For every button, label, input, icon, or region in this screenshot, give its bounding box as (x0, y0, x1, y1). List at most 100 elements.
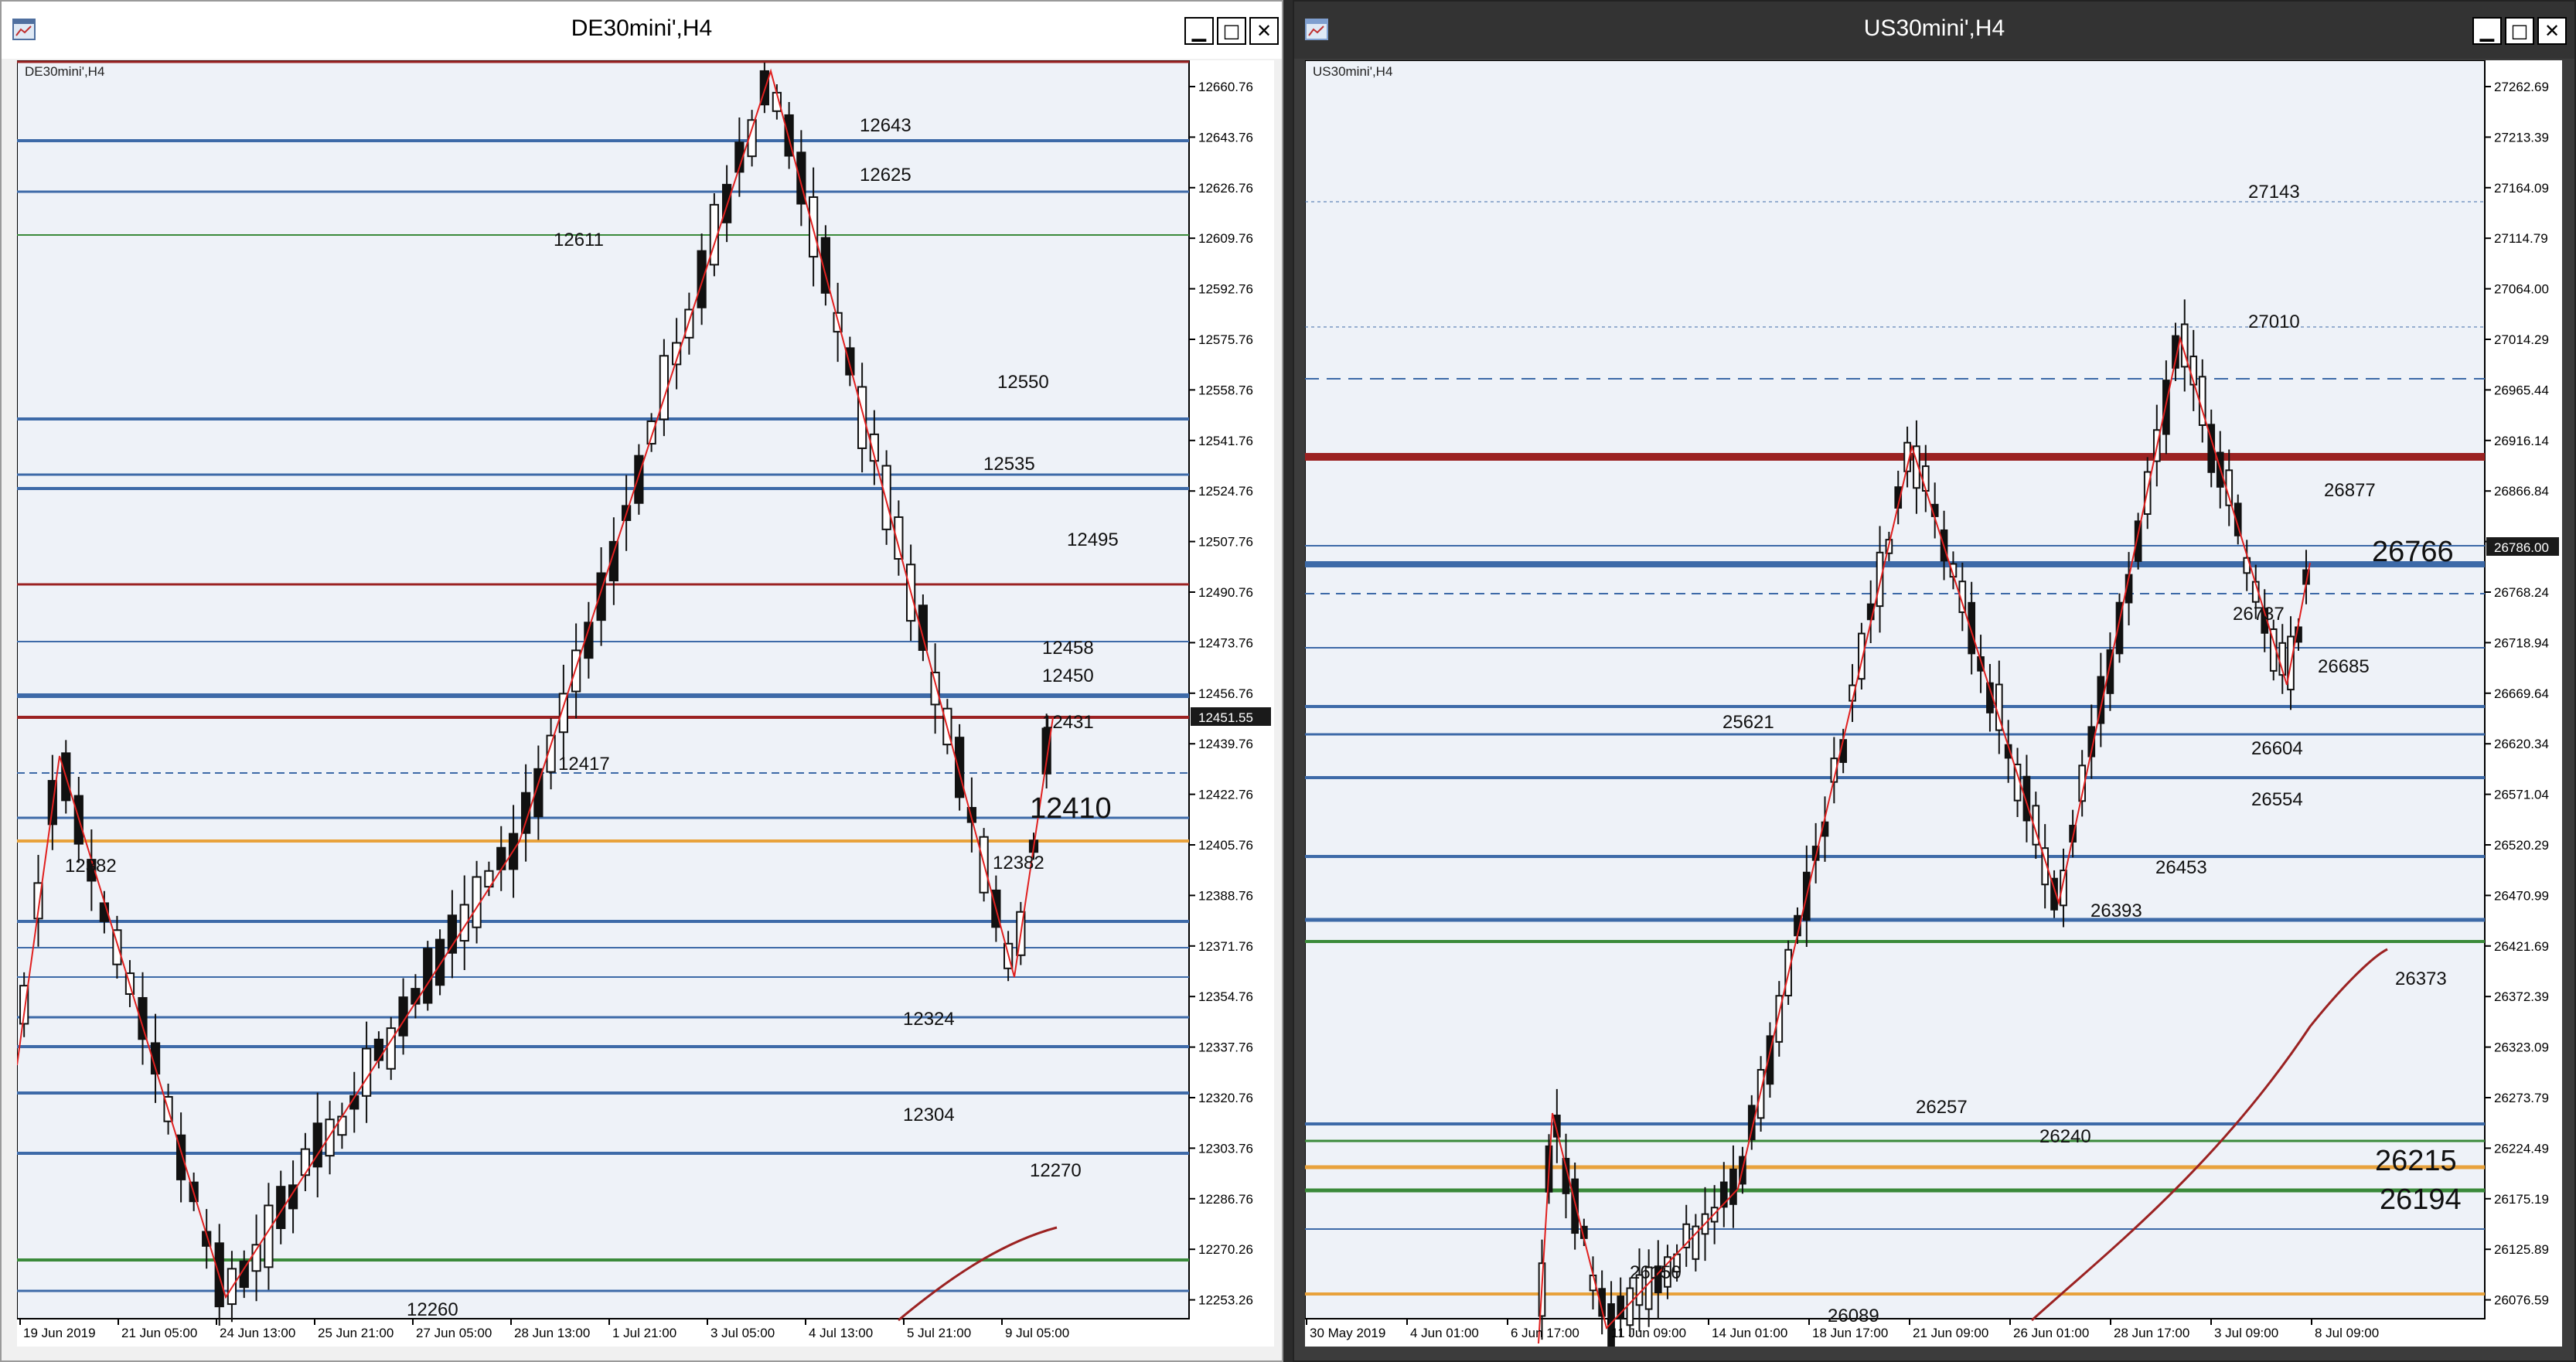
level-label: 26215 (2375, 1145, 2457, 1177)
level-label: 26604 (2251, 738, 2303, 759)
level-label: 12260 (407, 1299, 458, 1320)
level-label: 26089 (1828, 1306, 1879, 1326)
candle-body (373, 1038, 384, 1061)
level-label: 12450 (1042, 666, 1094, 686)
candle-body (1876, 551, 1884, 608)
price-tick-label: 26768.24 (2494, 585, 2549, 600)
price-tick-label: 12422.76 (1198, 788, 1253, 802)
price-tick-label: 12303.76 (1198, 1141, 1253, 1156)
price-tick-label: 12473.76 (1198, 635, 1253, 650)
price-tick-label: 26718.94 (2494, 635, 2549, 650)
candle-body (646, 421, 656, 445)
price-chart[interactable]: DE30mini',H4 12660.76 12643.76 12626.76 1260… (16, 60, 1274, 1347)
time-tick-label: 4 Jul 13:00 (809, 1326, 873, 1340)
close-icon[interactable]: ✕ (2537, 17, 2567, 45)
price-tick-label: 26125.89 (2494, 1242, 2549, 1257)
maximize-icon[interactable]: □ (2505, 17, 2534, 45)
price-tick-label: 12270.26 (1198, 1242, 1253, 1257)
price-tick-label: 12337.76 (1198, 1040, 1253, 1055)
price-tick-label: 26273.79 (2494, 1091, 2549, 1105)
level-label: 12410 (1030, 792, 1112, 825)
price-tick-label: 12490.76 (1198, 585, 1253, 600)
candle-body (1571, 1178, 1579, 1234)
price-tick-label: 12405.76 (1198, 838, 1253, 853)
candle-body (845, 347, 855, 376)
chart-canvas[interactable]: DE30mini',H4 12660.76 12643.76 12626.76 1260… (16, 60, 1274, 1347)
time-tick-label: 14 Jun 01:00 (1712, 1326, 1787, 1340)
price-tick-label: 27262.69 (2494, 80, 2549, 94)
price-tick-label: 12507.76 (1198, 535, 1253, 550)
candle-body (697, 250, 707, 308)
level-label: 26240 (2039, 1126, 2091, 1147)
price-tick-label: 12524.76 (1198, 484, 1253, 499)
candle-body (571, 649, 581, 693)
time-tick-label: 30 May 2019 (1310, 1326, 1385, 1340)
price-chart[interactable]: US30mini',H4 27262.69 27213.39 27164.09 2711… (1304, 60, 2562, 1362)
candle-body (300, 1148, 311, 1176)
time-tick-label: 21 Jun 09:00 (1913, 1326, 1988, 1340)
price-tick-label: 12592.76 (1198, 282, 1253, 297)
price-tick-label: 12626.76 (1198, 181, 1253, 196)
candle-body (361, 1047, 372, 1097)
candle-body (337, 1115, 347, 1136)
level-label: 27010 (2248, 312, 2300, 332)
candle-body (386, 1027, 396, 1070)
price-tick-label: 26520.29 (2494, 838, 2549, 853)
time-tick-label: 9 Jul 05:00 (1005, 1326, 1069, 1340)
candle-body (325, 1119, 335, 1157)
level-label: 26257 (1916, 1097, 1968, 1118)
level-label: 26737 (2233, 604, 2285, 625)
level-label: 26766 (2372, 536, 2454, 568)
price-tick-label: 12558.76 (1198, 383, 1253, 397)
level-label: 12382 (993, 853, 1044, 873)
de30-chart-window[interactable]: DE30mini',H4 ▁ □ ✕ DE30mini',H4 12660.76 1… (0, 0, 1283, 1362)
level-label: 12270 (1030, 1160, 1082, 1181)
title-bar[interactable]: DE30mini',H4 ▁ □ ✕ (2, 2, 1282, 59)
level-label: 25621 (1722, 712, 1774, 733)
price-tick-label: 12609.76 (1198, 231, 1253, 246)
level-label: 12304 (903, 1105, 955, 1125)
level-label: 12625 (860, 165, 911, 186)
price-tick-label: 26965.44 (2494, 383, 2549, 397)
minimize-icon[interactable]: ▁ (1184, 17, 1214, 45)
price-tick-label: 27114.79 (2494, 231, 2548, 246)
candle-body (930, 671, 940, 706)
current-price-label: 12451.55 (1198, 710, 1253, 725)
close-icon[interactable]: ✕ (1249, 17, 1279, 45)
level-label: 12643 (860, 115, 911, 136)
price-tick-label: 26076.59 (2494, 1293, 2549, 1308)
chart-label: DE30mini',H4 (25, 64, 104, 79)
candle-body (434, 938, 445, 986)
chart-label: US30mini',H4 (1313, 64, 1392, 79)
level-label: 26453 (2155, 857, 2207, 878)
price-tick-label: 26323.09 (2494, 1040, 2549, 1055)
chart-canvas[interactable]: US30mini',H4 27262.69 27213.39 27164.09 2711… (1304, 60, 2562, 1362)
time-tick-label: 8 Jul 09:00 (2315, 1326, 2379, 1340)
us30-chart-window[interactable]: US30mini',H4 ▁ □ ✕ US30mini',H4 27262.69 2… (1293, 0, 2576, 1362)
price-tick-label: 12456.76 (1198, 686, 1253, 701)
window-title: DE30mini',H4 (571, 15, 713, 41)
level-label: 12535 (983, 454, 1035, 475)
price-tick-label: 12320.76 (1198, 1091, 1253, 1105)
candle-body (634, 455, 644, 504)
level-label: 12382 (65, 856, 117, 877)
title-bar[interactable]: US30mini',H4 ▁ □ ✕ (1294, 2, 2574, 59)
price-tick-label: 27014.29 (2494, 332, 2549, 347)
time-tick-label: 27 Jun 05:00 (416, 1326, 492, 1340)
time-tick-label: 3 Jul 05:00 (710, 1326, 775, 1340)
price-tick-label: 26372.39 (2494, 989, 2549, 1004)
price-tick-label: 27213.39 (2494, 130, 2549, 145)
time-tick-label: 28 Jun 17:00 (2114, 1326, 2189, 1340)
minimize-icon[interactable]: ▁ (2472, 17, 2502, 45)
plot-area (1304, 60, 2486, 1319)
price-tick-label: 26224.49 (2494, 1141, 2549, 1156)
level-label: 26685 (2318, 656, 2370, 677)
time-tick-label: 1 Jul 21:00 (612, 1326, 676, 1340)
candle-body (955, 737, 965, 798)
time-tick-label: 4 Jun 01:00 (1410, 1326, 1479, 1340)
maximize-icon[interactable]: □ (1217, 17, 1246, 45)
time-tick-label: 18 Jun 17:00 (1812, 1326, 1888, 1340)
current-price-label: 26786.00 (2494, 540, 2549, 555)
time-tick-label: 26 Jun 01:00 (2013, 1326, 2089, 1340)
price-tick-label: 12286.76 (1198, 1192, 1253, 1207)
